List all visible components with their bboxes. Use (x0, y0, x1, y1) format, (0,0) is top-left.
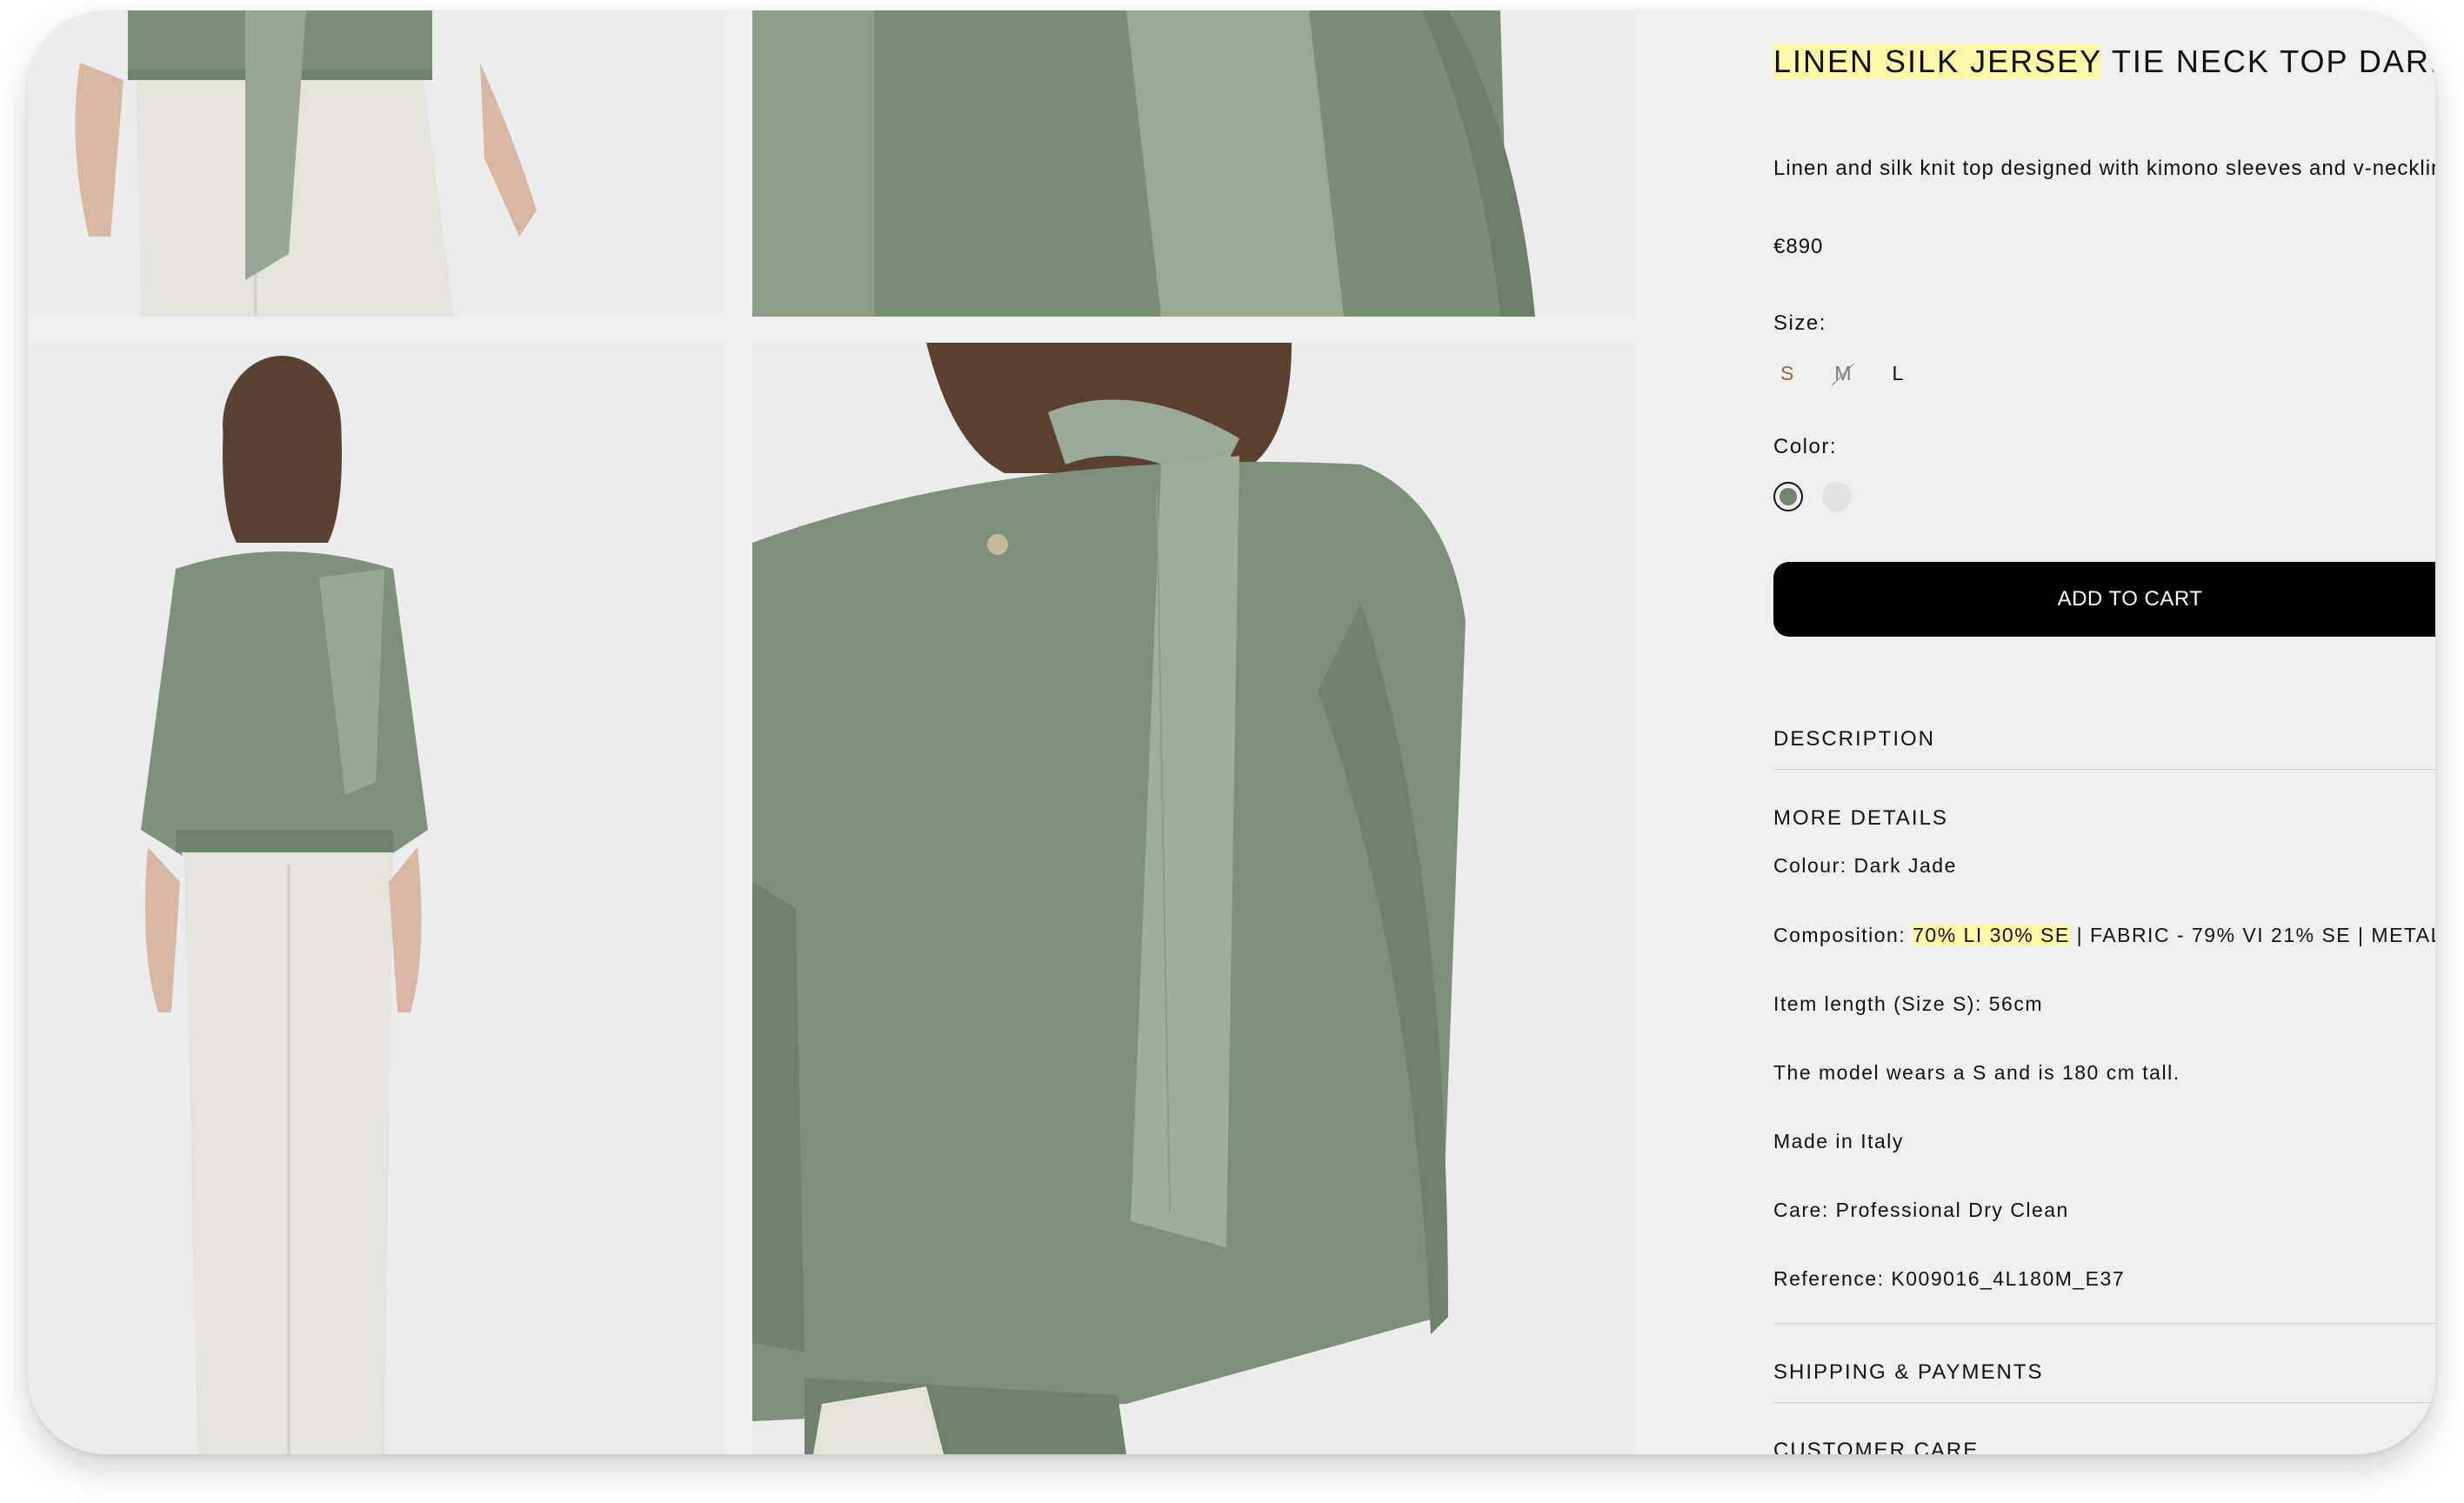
size-option-s[interactable]: S (1773, 358, 1801, 389)
title-highlight: LINEN SILK JERSEY (1773, 43, 2102, 79)
color-label: Color: (1773, 435, 1838, 458)
accordion-customer-care[interactable]: CUSTOMER CARE (1773, 1439, 1979, 1454)
product-image-front-crop[interactable] (28, 10, 727, 317)
detail-colour: Colour: Dark Jade (1773, 854, 1957, 877)
title-rest: TIE NECK TOP DARK JA (2111, 43, 2435, 79)
detail-composition: Composition: 70% LI 30% SE | FABRIC - 79… (1773, 924, 2435, 947)
size-selector: S M L (1773, 358, 1911, 389)
product-image-back-full[interactable] (28, 343, 727, 1454)
detail-care: Care: Professional Dry Clean (1773, 1199, 2069, 1221)
color-swatch-dark-jade[interactable] (1773, 482, 1803, 511)
divider (1773, 769, 2435, 770)
product-subtitle: Linen and silk knit top designed with ki… (1773, 157, 2435, 180)
detail-model-size: The model wears a S and is 180 cm tall. (1773, 1061, 2180, 1084)
add-to-cart-button[interactable]: ADD TO CART (1773, 562, 2435, 637)
product-info-panel: LINEN SILK JERSEY TIE NECK TOP DARK JA L… (1773, 10, 2435, 1454)
composition-highlight: 70% LI 30% SE (1913, 924, 2070, 946)
accordion-more-details[interactable]: MORE DETAILS (1773, 806, 1948, 831)
divider (1773, 1402, 2435, 1403)
product-image-knit-closeup[interactable] (752, 10, 1634, 317)
color-swatch-light[interactable] (1822, 482, 1852, 511)
size-option-l[interactable]: L (1886, 358, 1912, 389)
composition-label: Composition: (1773, 924, 1913, 946)
size-option-m[interactable]: M (1827, 358, 1859, 389)
size-label: Size: (1773, 311, 1826, 335)
color-selector (1773, 482, 1852, 511)
product-title: LINEN SILK JERSEY TIE NECK TOP DARK JA (1773, 43, 2435, 80)
detail-reference: Reference: K009016_4L180M_E37 (1773, 1267, 2126, 1290)
product-image-back-closeup[interactable] (752, 343, 1634, 1454)
browser-frame: LINEN SILK JERSEY TIE NECK TOP DARK JA L… (28, 10, 2435, 1454)
product-price: €890 (1773, 235, 1824, 258)
detail-item-length: Item length (Size S): 56cm (1773, 992, 2043, 1015)
accordion-shipping[interactable]: SHIPPING & PAYMENTS (1773, 1360, 2044, 1385)
composition-rest: | FABRIC - 79% VI 21% SE | METAL TAG (2076, 924, 2435, 946)
accordion-description[interactable]: DESCRIPTION (1773, 727, 1935, 752)
detail-origin: Made in Italy (1773, 1130, 1904, 1152)
divider (1773, 1323, 2435, 1324)
